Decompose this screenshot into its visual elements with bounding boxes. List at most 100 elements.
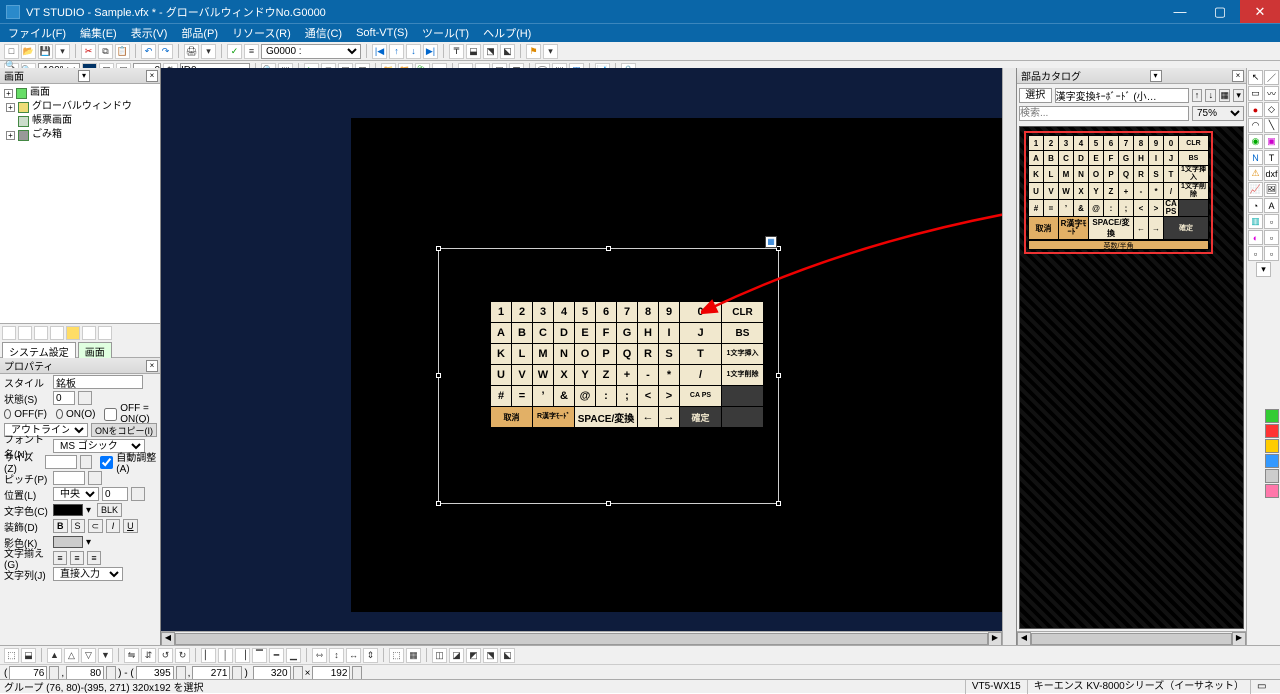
mp-yellow-icon[interactable]: [1265, 439, 1279, 453]
bt-order-b-icon[interactable]: ◪: [449, 648, 464, 663]
menu-tools[interactable]: ツール(T): [422, 25, 469, 41]
rt-bar-icon[interactable]: ▥: [1248, 214, 1263, 229]
bt-eq-h-icon[interactable]: ⇕: [363, 648, 378, 663]
rt-lamp-icon[interactable]: ◉: [1248, 134, 1263, 149]
bt-ungroup-icon[interactable]: ⬓: [21, 648, 36, 663]
t-a-icon[interactable]: ₸: [449, 44, 464, 59]
menu-edit[interactable]: 編集(E): [80, 25, 117, 41]
handle-se[interactable]: [776, 501, 781, 506]
t-c-icon[interactable]: ⬔: [483, 44, 498, 59]
align-l-button[interactable]: ≡: [53, 551, 67, 565]
mt-7-icon[interactable]: [98, 326, 112, 340]
state-spin[interactable]: [78, 391, 92, 405]
close-button[interactable]: ✕: [1240, 0, 1280, 23]
cut-icon[interactable]: ✂: [81, 44, 96, 59]
bt-rotr-icon[interactable]: ↻: [175, 648, 190, 663]
mp-gray-icon[interactable]: [1265, 469, 1279, 483]
bt-al-m-icon[interactable]: ━: [269, 648, 284, 663]
menu-parts[interactable]: 部品(P): [181, 25, 218, 41]
underline-button[interactable]: U: [123, 519, 138, 533]
paste-icon[interactable]: 📋: [115, 44, 130, 59]
bt-front-icon[interactable]: △: [64, 648, 79, 663]
pos-combo[interactable]: 中央: [53, 487, 99, 501]
mt-3-icon[interactable]: [34, 326, 48, 340]
flag-icon[interactable]: ⚑: [526, 44, 541, 59]
bt-flipv-icon[interactable]: ⇵: [141, 648, 156, 663]
mp-red-icon[interactable]: [1265, 424, 1279, 438]
align-c-button[interactable]: ≡: [70, 551, 84, 565]
open-icon[interactable]: 📂: [21, 44, 36, 59]
x2-input[interactable]: [136, 666, 174, 680]
t-b-icon[interactable]: ⬓: [466, 44, 481, 59]
left-end-icon[interactable]: |◀: [372, 44, 387, 59]
mt-2-icon[interactable]: [18, 326, 32, 340]
shadow-swatch[interactable]: [53, 536, 83, 548]
rt-y1-icon[interactable]: ▫: [1248, 246, 1263, 261]
pitch-input[interactable]: [53, 471, 85, 485]
mt-1-icon[interactable]: [2, 326, 16, 340]
auto-check[interactable]: [100, 456, 113, 469]
layer-marker-icon[interactable]: ▦: [765, 236, 777, 248]
bt-frontmost-icon[interactable]: ▲: [47, 648, 62, 663]
color-code[interactable]: BLK: [97, 503, 122, 517]
minimize-button[interactable]: —: [1160, 0, 1200, 23]
cat-pin-icon[interactable]: ▾: [1150, 70, 1162, 82]
dropdown-icon[interactable]: ▾: [55, 44, 70, 59]
redo-icon[interactable]: ↷: [158, 44, 173, 59]
rt-num-icon[interactable]: N: [1248, 150, 1263, 165]
select-label[interactable]: 選択: [1019, 88, 1052, 103]
dropdown2-icon[interactable]: ▾: [201, 44, 216, 59]
rt-dxf-icon[interactable]: dxf: [1264, 166, 1279, 181]
state-input[interactable]: [53, 391, 75, 405]
screen-combo[interactable]: G0000 :: [261, 44, 361, 59]
h-input[interactable]: [312, 666, 350, 680]
mp-blue-icon[interactable]: [1265, 454, 1279, 468]
cat-view-icon[interactable]: ▦: [1219, 89, 1230, 102]
bt-order-a-icon[interactable]: ◫: [432, 648, 447, 663]
catalog-item-keyboard[interactable]: 1234567890CLR ABCDEFGHIJBS KLMNOPQRST1文字…: [1024, 131, 1213, 254]
rt-rect-icon[interactable]: ▭: [1248, 86, 1263, 101]
bt-order-c-icon[interactable]: ◩: [466, 648, 481, 663]
handle-nw[interactable]: [436, 246, 441, 251]
rt-line-icon[interactable]: ／: [1264, 70, 1279, 85]
mt-6-icon[interactable]: [82, 326, 96, 340]
bt-dist-h-icon[interactable]: ⇿: [312, 648, 327, 663]
pane-close-icon[interactable]: ×: [146, 70, 158, 82]
y2-input[interactable]: [192, 666, 230, 680]
screen-tree[interactable]: +画面 +グローバルウィンドウ 帳票画面 +ごみ箱: [0, 84, 160, 324]
up-icon[interactable]: ↑: [389, 44, 404, 59]
mt-4-icon[interactable]: [50, 326, 64, 340]
catalog-canvas[interactable]: 1234567890CLR ABCDEFGHIJBS KLMNOPQRST1文字…: [1019, 126, 1244, 629]
textrow-combo[interactable]: 直接入力: [53, 567, 123, 581]
props-close-icon[interactable]: ×: [146, 360, 158, 372]
rt-alarm-icon[interactable]: ⚠: [1248, 166, 1263, 181]
bt-al-l-icon[interactable]: ▏: [201, 648, 216, 663]
handle-n[interactable]: [606, 246, 611, 251]
check-icon[interactable]: ✓: [227, 44, 242, 59]
menu-softvt[interactable]: Soft-VT(S): [356, 27, 408, 39]
catalog-search[interactable]: [1019, 106, 1189, 121]
w-input[interactable]: [253, 666, 291, 680]
style-input[interactable]: [53, 375, 143, 389]
rt-trend-icon[interactable]: 📈: [1248, 182, 1263, 197]
rt-x1-icon[interactable]: ▫: [1264, 214, 1279, 229]
outline-button[interactable]: ⊂: [88, 519, 104, 533]
list-icon[interactable]: ≡: [244, 44, 259, 59]
mt-5-icon[interactable]: [66, 326, 80, 340]
bt-group-icon[interactable]: ⬚: [4, 648, 19, 663]
rt-text-icon[interactable]: T: [1264, 150, 1279, 165]
menu-view[interactable]: 表示(V): [131, 25, 168, 41]
on-radio[interactable]: [56, 409, 63, 419]
mp-green-icon[interactable]: [1265, 409, 1279, 423]
catalog-combo[interactable]: [1055, 88, 1189, 103]
color-swatch[interactable]: [53, 504, 83, 516]
size-input[interactable]: [45, 455, 77, 469]
handle-e[interactable]: [776, 373, 781, 378]
menu-resource[interactable]: リソース(R): [232, 25, 291, 41]
right-end-icon[interactable]: ▶|: [423, 44, 438, 59]
bold-button[interactable]: B: [53, 519, 68, 533]
bt-al-c-icon[interactable]: │: [218, 648, 233, 663]
rt-pic-icon[interactable]: 🖼: [1264, 182, 1279, 197]
rt-pie-icon[interactable]: ◐: [1248, 230, 1263, 245]
catalog-zoom[interactable]: 75%: [1192, 106, 1244, 121]
